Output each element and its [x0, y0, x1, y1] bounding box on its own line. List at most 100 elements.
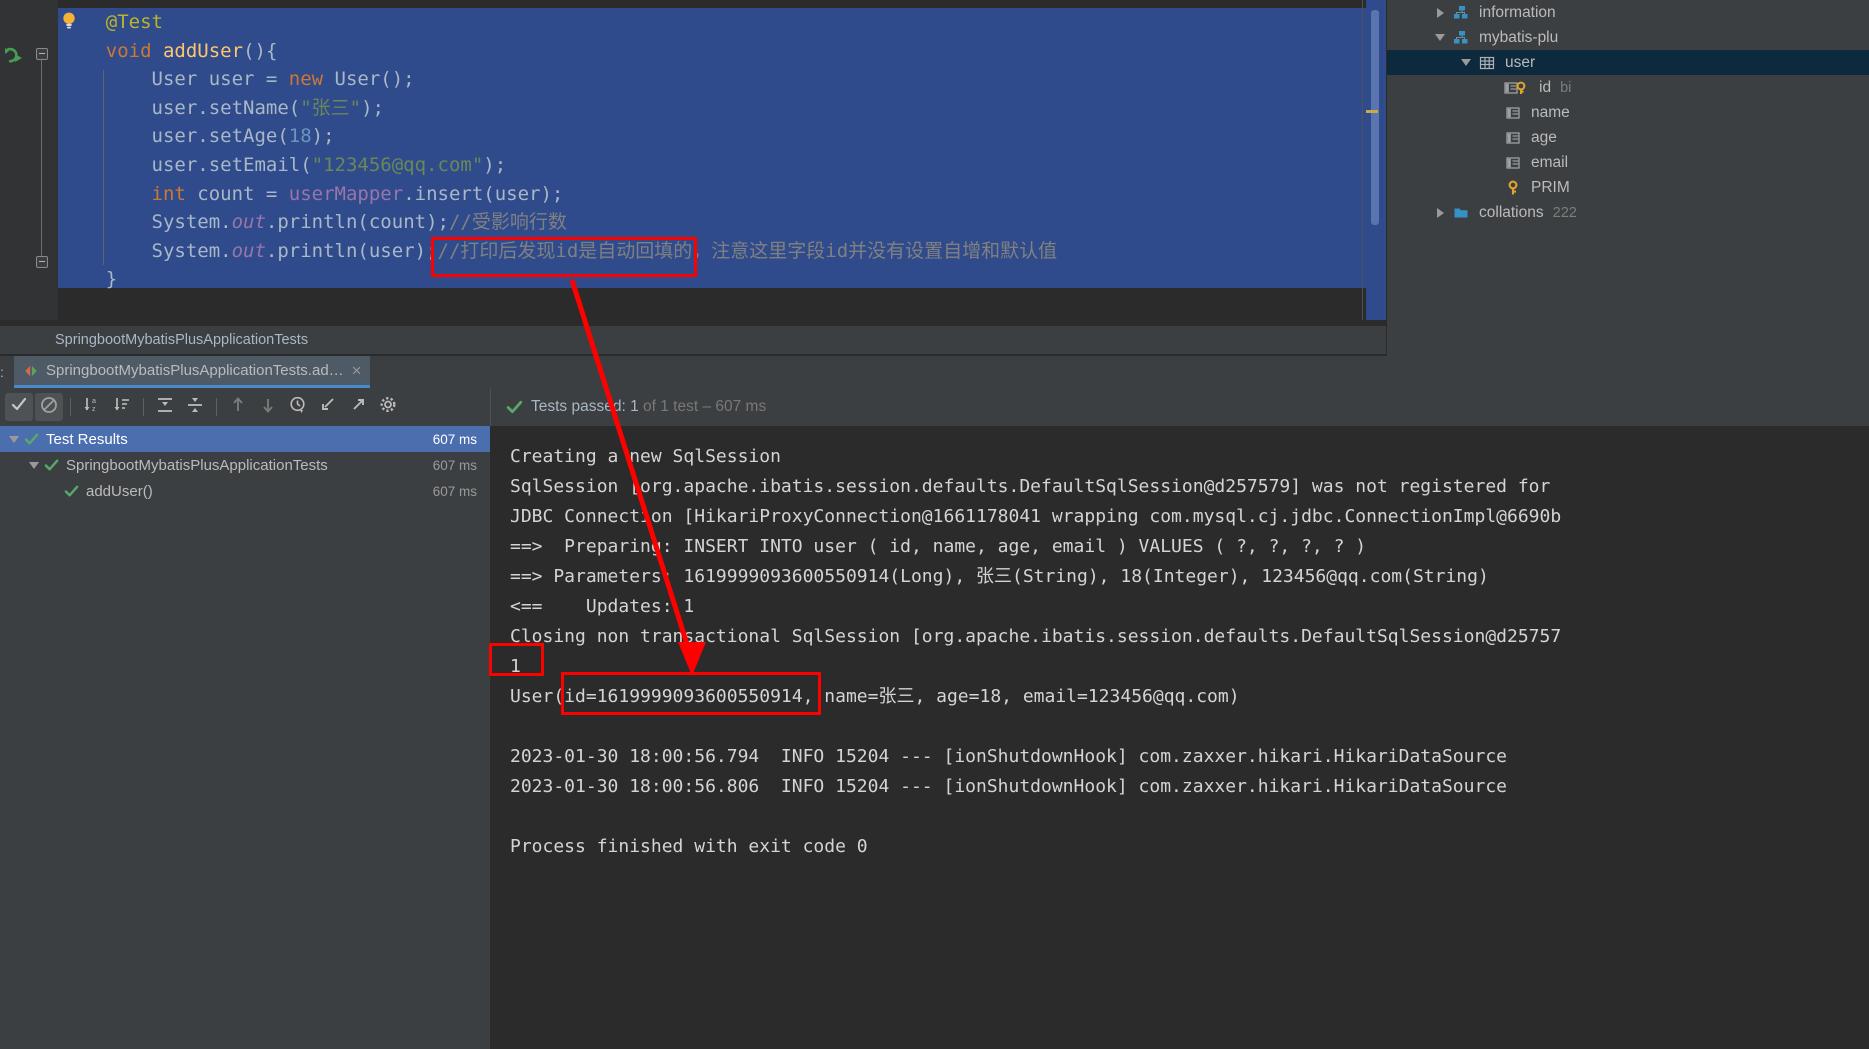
- expand-all-icon: [156, 396, 174, 419]
- sort-by-duration-button[interactable]: [108, 393, 136, 421]
- code-line: void addUser(){: [60, 37, 1057, 66]
- console-line: 2023-01-30 18:00:56.794 INFO 15204 --- […: [510, 746, 1507, 767]
- code-token: "张三": [300, 96, 362, 119]
- import-results-button[interactable]: [314, 393, 342, 421]
- code-token: .insert(user);: [403, 182, 564, 205]
- column-pk-icon: [1502, 80, 1532, 96]
- next-test-button[interactable]: [254, 393, 282, 421]
- column-icon: [1502, 130, 1524, 146]
- code-token: addUser: [162, 39, 244, 62]
- code-token: user.setAge(: [60, 125, 289, 148]
- fold-marker-icon[interactable]: [36, 48, 48, 60]
- source-code[interactable]: @Test void addUser(){ User user = new Us…: [60, 8, 1057, 294]
- code-token: //受影响行数: [448, 211, 567, 234]
- code-token: void: [105, 39, 152, 62]
- db-item-label: mybatis-plu: [1479, 28, 1559, 46]
- editor-gutter[interactable]: [0, 0, 58, 320]
- tool-window-rail-label: :: [0, 364, 4, 380]
- chevron-down-icon[interactable]: [1430, 34, 1450, 41]
- db-tree-row[interactable]: information: [1386, 0, 1869, 25]
- run-test-icon[interactable]: [2, 45, 26, 69]
- console-line: User(id=1619999093600550914, name=张三, ag…: [510, 686, 1240, 707]
- console-output[interactable]: Creating a new SqlSession SqlSession [org…: [490, 426, 1869, 1049]
- editor-right-border: [1362, 0, 1363, 320]
- console-line: Closing non transactional SqlSession [or…: [510, 626, 1562, 647]
- console-line: 2023-01-30 18:00:56.806 INFO 15204 --- […: [510, 776, 1507, 797]
- test-tree-row[interactable]: SpringbootMybatisPlusApplicationTests 607…: [0, 452, 490, 478]
- db-item-type: 222: [1552, 204, 1577, 221]
- breadcrumb-label: SpringbootMybatisPlusApplicationTests: [55, 332, 309, 348]
- code-token: .println(user);: [265, 239, 438, 262]
- import-icon: [319, 396, 337, 419]
- test-history-button[interactable]: [284, 393, 312, 421]
- database-tree[interactable]: information mybatis-plu user id bi name age ema…: [1386, 0, 1869, 225]
- code-line: System.out.println(count);//受影响行数: [60, 208, 1057, 237]
- db-tree-row[interactable]: age: [1386, 125, 1869, 150]
- table-icon: [1476, 55, 1498, 71]
- code-token: System.: [60, 239, 232, 262]
- test-toolbar[interactable]: az: [0, 388, 490, 426]
- key-icon: [1502, 180, 1524, 196]
- console-line: Process finished with exit code 0: [510, 836, 868, 857]
- code-token: user.setEmail(: [60, 153, 312, 176]
- test-results-tree[interactable]: Test Results 607 ms SpringbootMybatisPlusA…: [0, 426, 490, 1049]
- db-tree-row[interactable]: id bi: [1386, 75, 1869, 100]
- breadcrumb[interactable]: SpringbootMybatisPlusApplicationTests: [0, 326, 1386, 354]
- code-token: "123456@qq.com": [311, 153, 484, 176]
- arrow-up-icon: [229, 396, 247, 419]
- test-name: addUser(): [86, 482, 153, 500]
- tab-run-configuration[interactable]: SpringbootMybatisPlusApplicationTests.ad…: [14, 356, 370, 388]
- check-icon: [506, 400, 523, 413]
- db-tree-row[interactable]: PRIM: [1386, 175, 1869, 200]
- fold-marker-end-icon[interactable]: [36, 256, 48, 268]
- code-editor[interactable]: @Test void addUser(){ User user = new Us…: [0, 0, 1386, 320]
- db-item-label: information: [1479, 3, 1556, 21]
- expand-all-button[interactable]: [151, 393, 179, 421]
- console-line: <== Updates: 1: [510, 596, 695, 617]
- sort-alphabetically-button[interactable]: az: [78, 393, 106, 421]
- code-token: count =: [185, 182, 289, 205]
- database-tool-window[interactable]: information mybatis-plu user id bi name age ema…: [1386, 0, 1869, 356]
- editor-scrollbar-thumb[interactable]: [1371, 10, 1379, 225]
- db-panel-border: [1386, 0, 1387, 356]
- test-status-bar: Tests passed: 1 of 1 test – 607 ms: [490, 388, 1869, 426]
- code-token: }: [60, 268, 118, 291]
- test-tree-row[interactable]: addUser() 607 ms: [0, 478, 490, 504]
- schema-icon: [1450, 30, 1472, 46]
- db-tree-row[interactable]: collations 222: [1386, 200, 1869, 225]
- code-line: user.setEmail("123456@qq.com");: [60, 151, 1057, 180]
- code-line: user.setAge(18);: [60, 122, 1057, 151]
- prev-test-button[interactable]: [224, 393, 252, 421]
- code-token: );: [483, 153, 507, 176]
- show-ignored-tests-button[interactable]: [35, 393, 63, 421]
- chevron-down-icon[interactable]: [26, 452, 42, 478]
- db-item-label: email: [1531, 153, 1569, 171]
- settings-button[interactable]: [374, 393, 402, 421]
- test-tree-row[interactable]: Test Results 607 ms: [0, 426, 490, 452]
- test-duration: 607 ms: [432, 431, 477, 447]
- status-middle: of 1 test –: [638, 398, 716, 415]
- collapse-all-button[interactable]: [181, 393, 209, 421]
- clock-history-icon: [289, 396, 307, 419]
- svg-text:z: z: [92, 406, 96, 413]
- export-results-button[interactable]: [344, 393, 372, 421]
- db-tree-row[interactable]: name: [1386, 100, 1869, 125]
- chevron-right-icon[interactable]: [1430, 207, 1450, 218]
- db-tree-row[interactable]: mybatis-plu: [1386, 25, 1869, 50]
- code-line: System.out.println(user);//打印后发现id是自动回填的…: [60, 237, 1058, 266]
- db-tree-row[interactable]: user: [1386, 50, 1869, 75]
- toolbar-separator: [143, 398, 144, 416]
- chevron-right-icon[interactable]: [1430, 7, 1450, 18]
- code-token: System.: [60, 211, 232, 234]
- show-passed-tests-button[interactable]: [5, 393, 33, 421]
- close-icon[interactable]: ×: [352, 362, 362, 379]
- db-tree-row[interactable]: email: [1386, 150, 1869, 175]
- chevron-down-icon[interactable]: [6, 426, 22, 452]
- chevron-down-icon[interactable]: [1456, 59, 1476, 66]
- sort-duration-icon: [113, 396, 131, 419]
- code-token: .println(count);: [265, 211, 449, 234]
- status-prefix: Tests passed:: [531, 398, 631, 415]
